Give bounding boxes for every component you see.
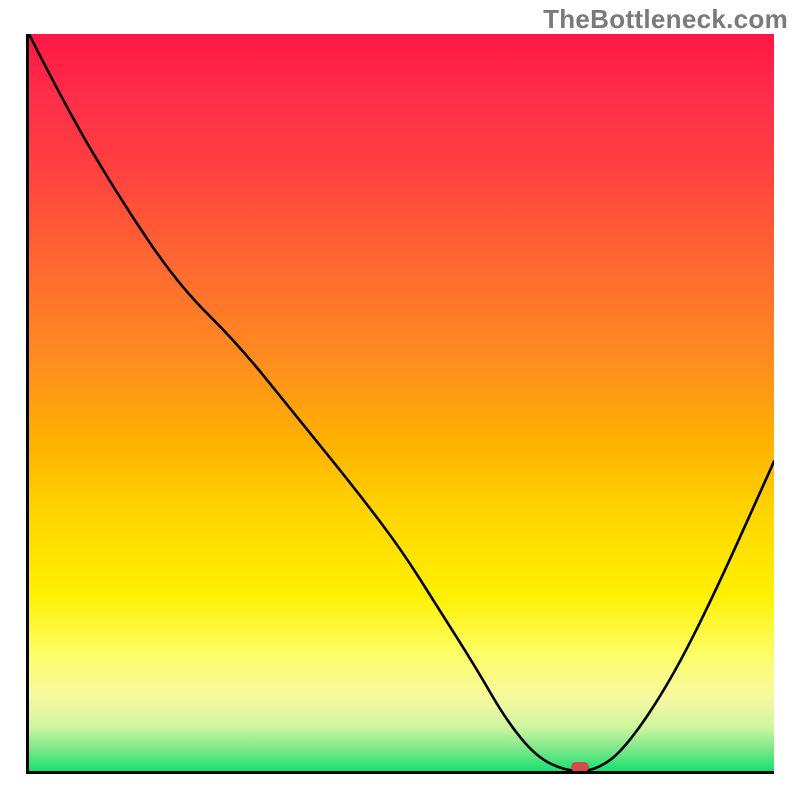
plot-area xyxy=(26,34,774,774)
watermark-text: TheBottleneck.com xyxy=(543,4,788,35)
figure: TheBottleneck.com xyxy=(0,0,800,800)
optimal-marker xyxy=(571,762,589,772)
bottleneck-curve xyxy=(29,34,774,771)
